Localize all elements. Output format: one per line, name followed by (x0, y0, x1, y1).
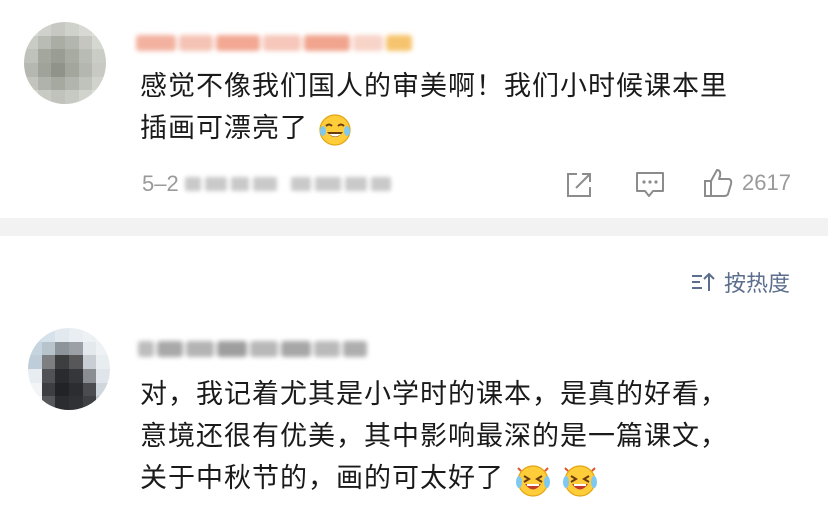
comment-line: 关于中秋节的，画的可太好了 (140, 458, 810, 500)
like-count: 2617 (742, 170, 791, 195)
avatar[interactable] (24, 22, 106, 104)
comment-line: 意境还很有优美，其中影响最深的是一篇课文， (140, 421, 728, 452)
thumbs-up-icon (704, 169, 733, 197)
comment-text: 感觉不像我们国人的审美啊！我们小时候课本里 插画可漂亮了 (140, 66, 810, 150)
date-redacted (184, 177, 391, 191)
comment-line: 插画可漂亮了 (140, 108, 810, 150)
username-redacted[interactable] (136, 32, 412, 54)
grinning-sweat-emoji (515, 464, 550, 497)
sort-toggle[interactable]: 按热度 (690, 266, 790, 298)
grinning-sweat-emoji (563, 464, 598, 497)
avatar[interactable] (28, 328, 110, 410)
sort-icon (692, 272, 715, 291)
share-icon[interactable] (564, 170, 594, 200)
section-divider (0, 218, 828, 236)
laughing-crying-emoji (318, 113, 351, 146)
comment-line: 对，我记着尤其是小学时的课本，是真的好看， (140, 379, 728, 410)
sort-label: 按热度 (724, 272, 791, 297)
username-redacted[interactable] (138, 338, 367, 360)
like-button[interactable]: 2617 (702, 167, 791, 199)
reply-icon[interactable] (634, 170, 666, 200)
comment-date: 5–2 (142, 171, 391, 197)
comment-line: 感觉不像我们国人的审美啊！我们小时候课本里 (140, 71, 728, 102)
comment-text: 对，我记着尤其是小学时的课本，是真的好看， 意境还很有优美，其中影响最深的是一篇… (140, 374, 810, 500)
